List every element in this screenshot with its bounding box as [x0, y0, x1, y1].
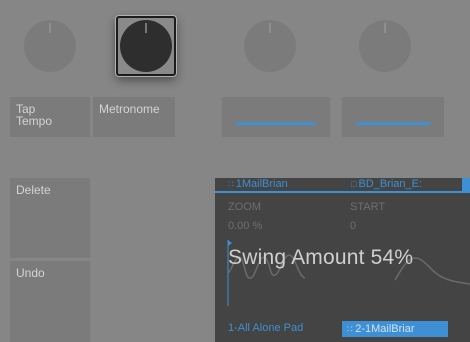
- clip-2-label: ∷ 2-1MailBriar: [342, 321, 448, 335]
- track-tab-label: 1MailBrian: [235, 178, 288, 190]
- clip-bar: 1-All Alone Pad ∷ 2-1MailBriar: [215, 318, 470, 342]
- slider-bar: [236, 122, 316, 125]
- device-tab[interactable]: □ BD_Brian_E:: [351, 178, 422, 190]
- metronome-button[interactable]: Metronome: [93, 97, 175, 137]
- selected-tab-edge: [462, 178, 470, 193]
- zoom-param-value: 0.00 %: [228, 220, 263, 232]
- start-param-name: START: [350, 201, 386, 213]
- knob-indicator: [384, 23, 386, 33]
- tap-tempo-button[interactable]: Tap Tempo: [10, 97, 90, 137]
- slider-bar: [356, 122, 430, 125]
- slider-button-1[interactable]: [222, 97, 330, 137]
- undo-label: Undo: [16, 266, 45, 280]
- square-icon: □: [351, 179, 357, 189]
- grid-icon: ∷: [228, 179, 234, 189]
- knob-1[interactable]: [24, 20, 76, 72]
- knob-indicator: [49, 23, 51, 33]
- knob-2-selected-frame[interactable]: [116, 16, 176, 76]
- track-tab[interactable]: ∷ 1MailBrian: [228, 178, 288, 190]
- slider-button-2[interactable]: [342, 97, 444, 137]
- knob-4[interactable]: [359, 20, 411, 72]
- delete-button[interactable]: Delete: [10, 178, 90, 258]
- knob-3[interactable]: [244, 20, 296, 72]
- delete-label: Delete: [16, 183, 51, 197]
- swing-amount-readout: Swing Amount 54%: [228, 246, 414, 269]
- tap-tempo-label-line2: Tempo: [16, 114, 53, 128]
- knob-indicator: [145, 23, 147, 33]
- display-tab-bar: ∷ 1MailBrian □ BD_Brian_E:: [215, 178, 470, 193]
- push-display: ∷ 1MailBrian □ BD_Brian_E: ZOOM START 0.00…: [215, 178, 470, 342]
- device-tab-label: BD_Brian_E:: [358, 178, 423, 190]
- zoom-param-name: ZOOM: [228, 201, 261, 213]
- metronome-label: Metronome: [99, 102, 160, 116]
- clip-2-text: 2-1MailBriar: [355, 323, 415, 335]
- start-param-value: 0: [350, 220, 357, 232]
- clip-1[interactable]: 1-All Alone Pad: [228, 322, 303, 334]
- clip-2-selected[interactable]: ∷ 2-1MailBriar: [342, 321, 448, 337]
- grid-icon: ∷: [347, 324, 356, 334]
- knob-2[interactable]: [120, 20, 172, 72]
- undo-button[interactable]: Undo: [10, 261, 90, 342]
- knob-indicator: [269, 23, 271, 33]
